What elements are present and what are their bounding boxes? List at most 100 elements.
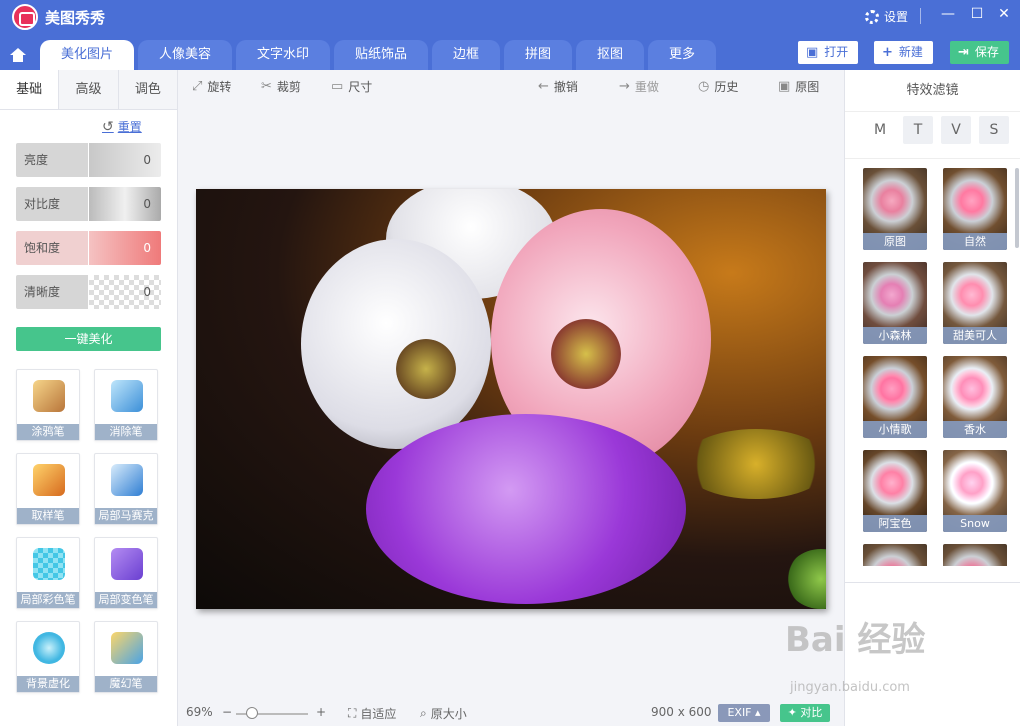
rotate-button[interactable]: ⤢ 旋转 [192,78,231,95]
save-button[interactable]: ⇥ 保存 [950,41,1009,64]
category-s[interactable]: S [979,116,1009,144]
refresh-icon: ↺ [102,118,114,135]
local-recolor-tool[interactable]: 局部变色笔 [94,537,158,609]
sharpness-slider[interactable]: 清晰度 0 [16,275,161,309]
redo-label: 重做 [634,80,659,94]
tab-portrait[interactable]: 人像美容 [138,40,232,70]
divider [845,582,1020,583]
tab-more[interactable]: 更多 [648,40,716,70]
tab-stickers[interactable]: 贴纸饰品 [334,40,428,70]
saturation-slider[interactable]: 饱和度 0 [16,231,161,265]
actual-size-label: 原大小 [430,707,467,721]
mosaic-tool[interactable]: 局部马赛克 [94,453,158,525]
filter-item[interactable]: 原图 [863,168,927,250]
tab-basic[interactable]: 基础 [0,70,60,109]
fit-icon: ⛶ [348,706,357,720]
tab-color[interactable]: 调色 [118,70,177,109]
filter-item[interactable] [943,544,1007,566]
history-button[interactable]: ◷ 历史 [698,78,738,95]
filter-label: 原图 [863,233,927,250]
tab-frame[interactable]: 边框 [432,40,500,70]
filter-item[interactable]: 甜美可人 [943,262,1007,344]
petal [366,414,686,604]
reset-label: 重置 [117,120,142,134]
reset-button[interactable]: ↺ 重置 [102,118,142,135]
local-color-tool[interactable]: 局部彩色笔 [16,537,80,609]
left-tabs: 基础 高级 调色 [0,70,177,110]
exif-label: EXIF [727,706,752,719]
new-button[interactable]: + 新建 [874,41,933,64]
tab-text[interactable]: 文字水印 [236,40,330,70]
blur-icon [33,632,65,664]
new-label: 新建 [898,45,923,59]
original-button[interactable]: ▣ 原图 [778,78,819,95]
tab-beautify[interactable]: 美化图片 [40,40,134,70]
clock-icon: ◷ [698,79,710,94]
title-bar: 美图秀秀 设置 — ☐ ✕ 美化图片 人像美容 文字水印 贴纸饰品 边框 拼图 … [0,0,1020,70]
background-blur-tool[interactable]: 背景虚化 [16,621,80,693]
tool-label: 局部彩色笔 [17,592,79,608]
zoom-slider-handle[interactable] [246,707,258,719]
compare-button[interactable]: ✦ 对比 [780,704,830,722]
magic-pen-tool[interactable]: 魔幻笔 [94,621,158,693]
sample-pen-tool[interactable]: 取样笔 [16,453,80,525]
leaf [786,549,826,609]
tab-collage[interactable]: 拼图 [504,40,572,70]
zoom-out-button[interactable]: − [222,705,232,719]
settings-button[interactable]: 设置 [865,8,908,25]
photo-canvas[interactable] [196,189,826,609]
plus-icon: + [882,45,893,60]
filter-item[interactable] [863,544,927,566]
filter-item[interactable]: 自然 [943,168,1007,250]
minimize-button[interactable]: — [937,6,959,26]
rotate-label: 旋转 [207,80,232,94]
maximize-button[interactable]: ☐ [966,6,988,26]
open-button[interactable]: ▣ 打开 [798,41,859,64]
settings-label: 设置 [884,10,909,24]
redo-icon: → [619,79,630,94]
tab-advanced[interactable]: 高级 [59,70,119,109]
filter-label: 小森林 [863,327,927,344]
zoom-in-button[interactable]: + [316,705,326,719]
filter-item[interactable]: Snow [943,450,1007,532]
scissors-icon: ✂ [261,79,272,94]
category-v[interactable]: V [941,116,971,144]
category-t[interactable]: T [903,116,933,144]
filter-item[interactable]: 香水 [943,356,1007,438]
eraser-icon [111,380,143,412]
undo-button[interactable]: ← 撤销 [538,78,578,95]
rotate-icon: ⤢ [192,79,203,94]
app-title: 美图秀秀 [45,9,106,27]
tab-cutout[interactable]: 抠图 [576,40,644,70]
crop-button[interactable]: ✂ 裁剪 [261,78,301,95]
redo-button[interactable]: → 重做 [619,78,659,95]
one-key-beautify-button[interactable]: 一键美化 [16,327,161,351]
size-label: 尺寸 [348,80,373,94]
slider-label: 对比度 [16,187,88,221]
zoom-level: 69% [186,705,213,719]
filter-item[interactable]: 阿宝色 [863,450,927,532]
exif-button[interactable]: EXIF ▴ [718,704,770,722]
fit-button[interactable]: ⛶ 自适应 [348,705,396,722]
eraser-pen-tool[interactable]: 消除笔 [94,369,158,441]
tool-label: 取样笔 [17,508,79,524]
filter-list: 原图 自然 小森林 甜美可人 小情歌 香水 阿宝色 Snow [845,166,1015,566]
resize-button[interactable]: ▭ 尺寸 [331,78,372,95]
filter-item[interactable]: 小情歌 [863,356,927,438]
actual-size-button[interactable]: ⌕ 原大小 [420,705,467,722]
filter-label: 阿宝色 [863,515,927,532]
filter-label: 小情歌 [863,421,927,438]
open-label: 打开 [824,45,849,59]
home-button[interactable] [0,40,36,70]
brightness-slider[interactable]: 亮度 0 [16,143,161,177]
image-icon: ▣ [806,45,819,60]
filter-item[interactable]: 小森林 [863,262,927,344]
close-button[interactable]: ✕ [993,6,1015,26]
divider [845,158,1020,159]
contrast-slider[interactable]: 对比度 0 [16,187,161,221]
category-m[interactable]: M [865,116,895,144]
filter-scrollbar[interactable] [1015,168,1019,248]
slider-value: 0 [88,143,161,177]
doodle-pen-tool[interactable]: 涂鸦笔 [16,369,80,441]
slider-label: 清晰度 [16,275,88,309]
